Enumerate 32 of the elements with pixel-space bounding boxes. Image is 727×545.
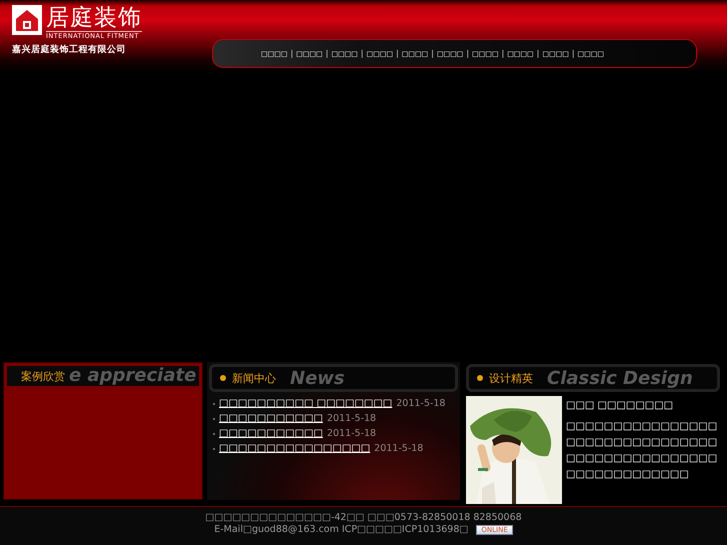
nav-separator: | xyxy=(290,49,294,58)
section-title: 设计精英 xyxy=(489,370,533,386)
section-title: 案例欣赏 xyxy=(21,368,65,384)
news-link[interactable]: □□□□□□□□□□□ xyxy=(219,413,323,424)
news-link[interactable]: □□□□□□□□□□ □□□□□□□□ xyxy=(219,398,392,409)
nav-separator: | xyxy=(501,49,504,58)
header-watermark: e appreciate xyxy=(69,366,196,386)
nav-separator: | xyxy=(466,49,470,58)
logo-title: 居庭装饰 xyxy=(46,5,142,31)
header-watermark: Classic Design xyxy=(547,368,693,388)
designer-name: □□□ □□□□□□□□ xyxy=(566,400,674,411)
header-watermark: News xyxy=(290,368,345,388)
nav-separator: | xyxy=(572,49,575,58)
footer-contact: E-Mail□guod88@163.com ICP□□□□□ICP1013698□ xyxy=(214,524,468,535)
news-link[interactable]: □□□□□□□□□□□ xyxy=(219,428,323,439)
nav-separator: | xyxy=(431,49,434,58)
news-date: 2011-5-18 xyxy=(326,413,376,424)
footer-address: □□□□□□□□□□□□□□-42□□ □□□0573-82850018 82850068 xyxy=(205,512,522,523)
nav-separator: | xyxy=(536,49,540,58)
news-date: 2011-5-18 xyxy=(396,398,446,409)
company-name: 嘉兴居庭装饰工程有限公司 xyxy=(12,43,127,56)
nav-separator: | xyxy=(326,49,328,58)
bullet-icon xyxy=(477,375,483,381)
designer-description: □□□□□□□□□□□□□□□□□□□□□□□□□□□□□□□□□□□□□□□□□□□□□□□□□□□□□□□□□□□□□ xyxy=(566,420,718,482)
nav-separator: | xyxy=(360,49,364,58)
bullet-icon xyxy=(220,375,226,381)
section-title: 新闻中心 xyxy=(232,370,276,386)
news-date: 2011-5-18 xyxy=(374,443,424,454)
news-link[interactable]: □□□□□□□□□□□□□□□□ xyxy=(219,443,370,454)
house-logo-icon xyxy=(12,5,42,35)
nav-separator: | xyxy=(396,49,399,58)
news-date: 2011-5-18 xyxy=(326,428,376,439)
